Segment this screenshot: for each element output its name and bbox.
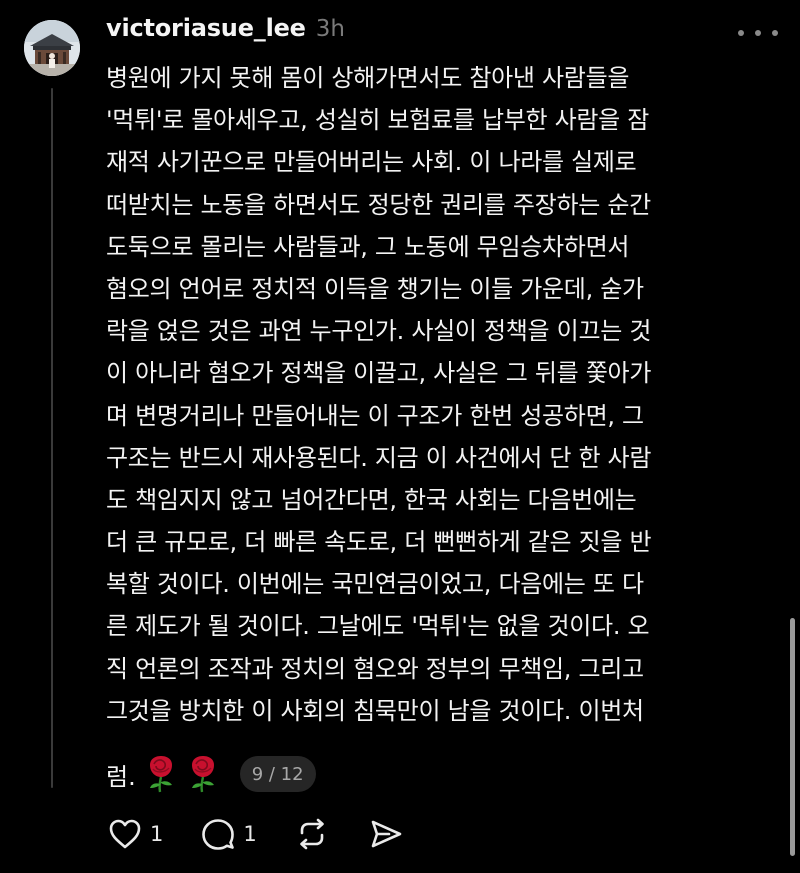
like-count: 1 xyxy=(150,822,164,846)
action-bar: 1 1 xyxy=(106,812,441,856)
post-header: victoriasue_lee 3h xyxy=(106,14,345,54)
body-line: 재적 사기꾼으로 만들어버리는 사회. 이 나라를 실제로 xyxy=(106,148,637,177)
heart-icon xyxy=(109,819,141,849)
scrollbar[interactable] xyxy=(790,618,795,856)
rose-emoji xyxy=(144,755,178,793)
body-line: 도 책임지지 않고 넘어간다면, 한국 사회는 다음번에는 xyxy=(106,485,637,514)
body-line: 도둑으로 몰리는 사람들과, 그 노동에 무임승차하면서 xyxy=(106,232,630,261)
body-line: 이 아니라 혐오가 정책을 이끌고, 사실은 그 뒤를 쫓아가 xyxy=(106,359,652,388)
more-dot xyxy=(755,30,761,36)
body-line: 그것을 방치한 이 사회의 침묵만이 남을 것이다. 이번처 xyxy=(106,696,644,725)
thread-post: victoriasue_lee 3h 병원에 가지 못해 몸이 상해가면서도 참… xyxy=(0,0,800,873)
body-line: 병원에 가지 못해 몸이 상해가면서도 참아낸 사람들을 xyxy=(106,64,630,92)
body-line: 혐오의 언어로 정치적 이득을 챙기는 이들 가운데, 숟가 xyxy=(106,274,644,303)
send-icon xyxy=(371,820,402,848)
body-line: 더 큰 규모로, 더 빠른 속도로, 더 뻔뻔하게 같은 짓을 반 xyxy=(106,528,652,557)
body-line: 며 변명거리나 만들어내는 이 구조가 한번 성공하면, 그 xyxy=(106,401,644,430)
post-body: 병원에 가지 못해 몸이 상해가면서도 참아낸 사람들을 '먹튀'로 몰아세우고… xyxy=(106,57,786,732)
body-line: 구조는 반드시 재사용된다. 지금 이 사건에서 단 한 사람 xyxy=(106,443,652,472)
more-dot xyxy=(772,30,778,36)
body-line: 락을 얹은 것은 과연 누구인가. 사실이 정책을 이끄는 것 xyxy=(106,317,652,346)
reply-count: 1 xyxy=(243,822,257,846)
avatar[interactable] xyxy=(24,20,80,76)
page-indicator-badge: 9 / 12 xyxy=(239,756,316,792)
more-options-button[interactable] xyxy=(738,24,778,42)
avatar-photo xyxy=(24,20,80,76)
body-line: '먹튀'로 몰아세우고, 성실히 보험료를 납부한 사람을 잠 xyxy=(106,106,650,135)
comment-icon xyxy=(202,819,235,850)
body-last-line: 럼. 9 / 12 xyxy=(106,752,316,796)
repost-button[interactable] xyxy=(293,815,331,853)
timestamp: 3h xyxy=(315,16,345,42)
body-line: 떠받치는 노동을 하면서도 정당한 권리를 주장하는 순간 xyxy=(106,190,651,219)
rose-emoji xyxy=(186,755,220,793)
repost-icon xyxy=(299,818,324,850)
body-line: 른 제도가 될 것이다. 그날에도 '먹튀'는 없을 것이다. 오 xyxy=(106,612,650,641)
reply-button[interactable]: 1 xyxy=(199,815,257,853)
body-line: 직 언론의 조작과 정치의 혐오와 정부의 무책임, 그리고 xyxy=(106,654,644,683)
share-button[interactable] xyxy=(367,815,405,853)
like-button[interactable]: 1 xyxy=(106,815,163,853)
more-horizontal-icon xyxy=(738,30,744,36)
thread-line xyxy=(51,88,53,788)
body-line: 럼. xyxy=(106,762,136,791)
username[interactable]: victoriasue_lee xyxy=(106,14,306,42)
body-line: 복할 것이다. 이번에는 국민연금이었고, 다음에는 또 다 xyxy=(106,570,644,599)
